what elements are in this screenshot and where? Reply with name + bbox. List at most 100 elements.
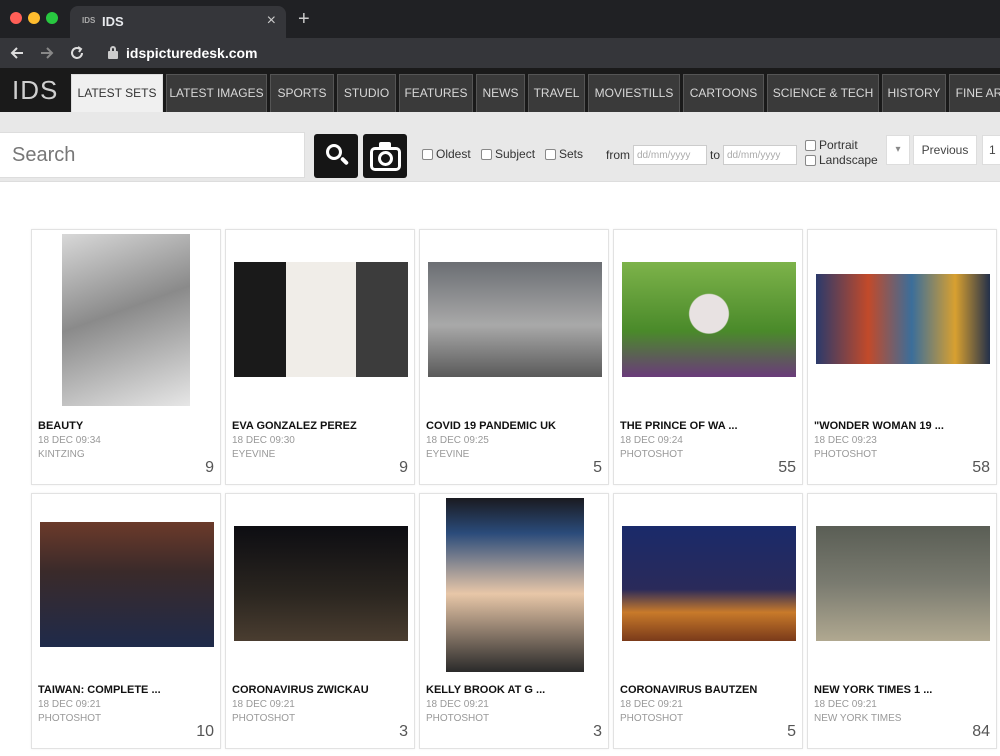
card-source: PHOTOSHOT bbox=[620, 449, 684, 460]
card-title: KELLY BROOK AT G ... bbox=[426, 684, 546, 696]
card-source: NEW YORK TIMES bbox=[814, 713, 902, 724]
previous-button[interactable]: Previous bbox=[913, 135, 977, 165]
site-logo[interactable]: IDS bbox=[12, 75, 58, 106]
set-thumbnail[interactable] bbox=[40, 522, 214, 647]
lock-icon bbox=[108, 46, 118, 59]
browser-tab-title: IDS bbox=[102, 14, 124, 29]
portrait-checkbox[interactable]: Portrait bbox=[805, 138, 858, 152]
card-source: PHOTOSHOT bbox=[426, 713, 490, 724]
set-thumbnail[interactable] bbox=[622, 526, 796, 641]
card-source: PHOTOSHOT bbox=[814, 449, 878, 460]
maximize-window-button[interactable] bbox=[46, 12, 58, 24]
card-date: 18 DEC 09:21 bbox=[814, 699, 877, 710]
address-bar: idspicturedesk.com bbox=[0, 38, 1000, 68]
sort-dropdown[interactable]: ▾ bbox=[886, 135, 910, 165]
set-thumbnail[interactable] bbox=[446, 498, 584, 672]
set-thumbnail[interactable] bbox=[622, 262, 796, 377]
nav-tab[interactable]: LATEST SETS bbox=[71, 74, 163, 112]
card-count: 58 bbox=[972, 459, 990, 476]
from-label: from bbox=[606, 148, 630, 162]
browser-tab[interactable]: IDS IDS × bbox=[70, 6, 286, 38]
subject-checkbox[interactable]: Subject bbox=[481, 147, 535, 161]
nav-tab[interactable]: FINE AR bbox=[949, 74, 1000, 112]
set-thumbnail[interactable] bbox=[234, 526, 408, 641]
nav-tab[interactable]: STUDIO bbox=[337, 74, 396, 112]
card-title: BEAUTY bbox=[38, 420, 84, 432]
card-count: 55 bbox=[778, 459, 796, 476]
card-count: 3 bbox=[593, 723, 602, 740]
card-source: KINTZING bbox=[38, 449, 85, 460]
camera-search-button[interactable] bbox=[363, 134, 407, 178]
close-window-button[interactable] bbox=[10, 12, 22, 24]
card-count: 3 bbox=[399, 723, 408, 740]
card-date: 18 DEC 09:30 bbox=[232, 435, 295, 446]
image-set-card[interactable]: CORONAVIRUS BAUTZEN 18 DEC 09:21 PHOTOSHOT… bbox=[613, 493, 803, 749]
card-title: CORONAVIRUS BAUTZEN bbox=[620, 684, 758, 696]
image-set-card[interactable]: COVID 19 PANDEMIC UK 18 DEC 09:25 EYEVINE 5 bbox=[419, 229, 609, 485]
card-title: EVA GONZALEZ PEREZ bbox=[232, 420, 357, 432]
nav-tab[interactable]: HISTORY bbox=[882, 74, 946, 112]
card-date: 18 DEC 09:21 bbox=[620, 699, 683, 710]
nav-tab[interactable]: MOVIESTILLS bbox=[588, 74, 680, 112]
minimize-window-button[interactable] bbox=[28, 12, 40, 24]
card-date: 18 DEC 09:23 bbox=[814, 435, 877, 446]
image-set-card[interactable]: TAIWAN: COMPLETE ... 18 DEC 09:21 PHOTOSHO… bbox=[31, 493, 221, 749]
card-title: TAIWAN: COMPLETE ... bbox=[38, 684, 161, 696]
image-set-card[interactable]: CORONAVIRUS ZWICKAU 18 DEC 09:21 PHOTOSHOT… bbox=[225, 493, 415, 749]
landscape-checkbox[interactable]: Landscape bbox=[805, 153, 878, 167]
card-count: 9 bbox=[205, 459, 214, 476]
card-date: 18 DEC 09:21 bbox=[426, 699, 489, 710]
nav-tab[interactable]: TRAVEL bbox=[528, 74, 585, 112]
card-source: PHOTOSHOT bbox=[38, 713, 102, 724]
back-arrow-icon[interactable] bbox=[8, 44, 26, 62]
favicon: IDS bbox=[82, 16, 96, 25]
card-count: 5 bbox=[593, 459, 602, 476]
sets-checkbox[interactable]: Sets bbox=[545, 147, 583, 161]
set-thumbnail[interactable] bbox=[428, 262, 602, 377]
nav-tab[interactable]: FEATURES bbox=[399, 74, 473, 112]
page-number[interactable]: 1 bbox=[982, 135, 1000, 165]
nav-tab[interactable]: SPORTS bbox=[270, 74, 334, 112]
to-date-input[interactable] bbox=[723, 145, 797, 165]
reload-icon[interactable] bbox=[68, 44, 86, 62]
image-set-card[interactable]: "WONDER WOMAN 19 ... 18 DEC 09:23 PHOTOSHO… bbox=[807, 229, 997, 485]
to-label: to bbox=[710, 148, 721, 162]
close-tab-icon[interactable]: × bbox=[267, 12, 276, 30]
card-count: 5 bbox=[787, 723, 796, 740]
card-title: COVID 19 PANDEMIC UK bbox=[426, 420, 556, 432]
card-title: "WONDER WOMAN 19 ... bbox=[814, 420, 944, 432]
from-date-input[interactable] bbox=[633, 145, 707, 165]
card-date: 18 DEC 09:24 bbox=[620, 435, 683, 446]
url-text[interactable]: idspicturedesk.com bbox=[126, 45, 258, 61]
image-set-card[interactable]: EVA GONZALEZ PEREZ 18 DEC 09:30 EYEVINE 9 bbox=[225, 229, 415, 485]
new-tab-icon[interactable]: + bbox=[298, 8, 310, 31]
search-input[interactable] bbox=[0, 132, 305, 178]
nav-tab[interactable]: LATEST IMAGES bbox=[166, 74, 267, 112]
card-date: 18 DEC 09:25 bbox=[426, 435, 489, 446]
image-set-card[interactable]: KELLY BROOK AT G ... 18 DEC 09:21 PHOTOSHO… bbox=[419, 493, 609, 749]
card-source: EYEVINE bbox=[232, 449, 276, 460]
set-thumbnail[interactable] bbox=[816, 274, 990, 364]
image-set-card[interactable]: NEW YORK TIMES 1 ... 18 DEC 09:21 NEW YORK… bbox=[807, 493, 997, 749]
image-set-card[interactable]: THE PRINCE OF WA ... 18 DEC 09:24 PHOTOSHO… bbox=[613, 229, 803, 485]
set-thumbnail[interactable] bbox=[816, 526, 990, 641]
card-title: THE PRINCE OF WA ... bbox=[620, 420, 738, 432]
oldest-checkbox[interactable]: Oldest bbox=[422, 147, 471, 161]
set-thumbnail[interactable] bbox=[234, 262, 408, 377]
nav-tab[interactable]: NEWS bbox=[476, 74, 525, 112]
card-date: 18 DEC 09:34 bbox=[38, 435, 101, 446]
browser-tab-bar: IDS IDS × + bbox=[0, 0, 1000, 38]
site-nav: IDS LATEST SETS LATEST IMAGES SPORTS STUDIO… bbox=[0, 68, 1000, 112]
card-date: 18 DEC 09:21 bbox=[38, 699, 101, 710]
card-count: 84 bbox=[972, 723, 990, 740]
forward-arrow-icon[interactable] bbox=[38, 44, 56, 62]
nav-tab[interactable]: CARTOONS bbox=[683, 74, 764, 112]
card-source: PHOTOSHOT bbox=[232, 713, 296, 724]
card-source: PHOTOSHOT bbox=[620, 713, 684, 724]
image-set-card[interactable]: BEAUTY 18 DEC 09:34 KINTZING 9 bbox=[31, 229, 221, 485]
set-thumbnail[interactable] bbox=[62, 234, 190, 406]
card-count: 10 bbox=[196, 723, 214, 740]
card-source: EYEVINE bbox=[426, 449, 470, 460]
search-button[interactable] bbox=[314, 134, 358, 178]
nav-tab[interactable]: SCIENCE & TECH bbox=[767, 74, 879, 112]
